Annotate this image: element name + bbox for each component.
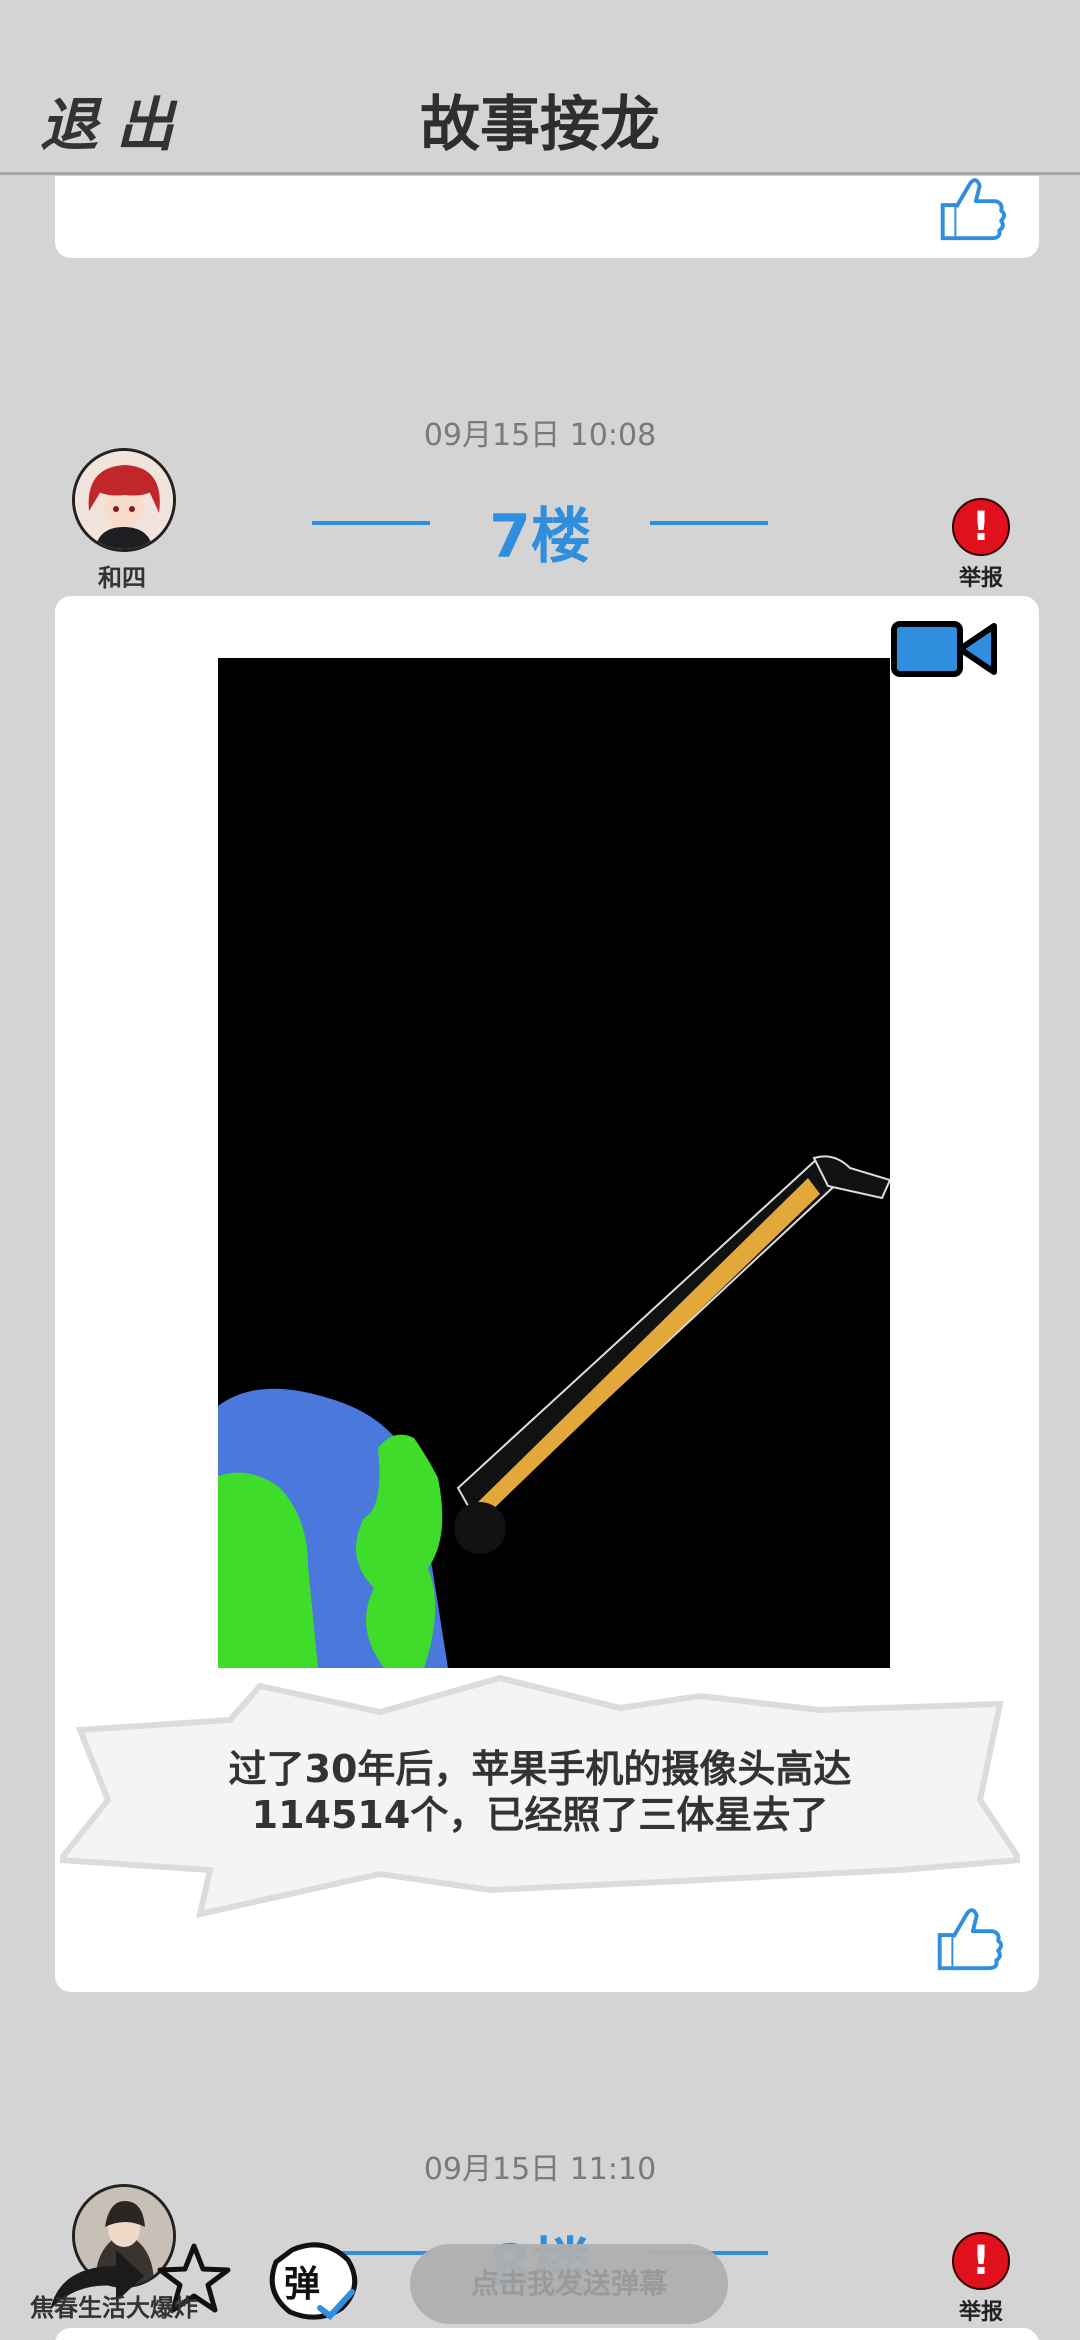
previous-post-card	[55, 176, 1039, 258]
bottom-toolbar: 弹 焦春生活大爆炸 点击我发送弹幕	[0, 2234, 1080, 2340]
floor-header: 7楼	[0, 488, 1080, 572]
thumbs-up-icon[interactable]	[928, 1898, 1006, 1976]
post-timestamp: 09月15日 10:08	[423, 418, 657, 453]
post-timestamp: 09月15日 11:10	[423, 2152, 657, 2187]
report-label: 举报	[958, 566, 1003, 591]
caption-bubble: 过了30年后，苹果手机的摄像头高达114514个，已经照了三体星去了	[60, 1670, 1020, 1930]
story-relay-page: 退出 故事接龙 09月15日 10:08 和四 7楼 ! 举报 过了30年后，苹…	[0, 0, 1080, 2340]
video-camera-icon[interactable]	[890, 618, 1000, 680]
thumbs-up-icon[interactable]	[931, 168, 1009, 246]
report-button[interactable]: ! 举报	[946, 498, 1016, 592]
page-title: 故事接龙	[420, 90, 660, 160]
floor-divider-right	[650, 521, 768, 525]
post-drawing-image[interactable]	[218, 658, 890, 1668]
svg-text:弹: 弹	[284, 2264, 320, 2305]
user-name: 焦春生活大爆炸	[30, 2294, 198, 2322]
floor-number: 7楼	[489, 502, 591, 572]
danmaku-input[interactable]: 点击我发送弹幕	[410, 2244, 728, 2324]
top-bar: 退出 故事接龙	[0, 0, 1080, 175]
alert-icon: !	[952, 498, 1010, 556]
danmaku-toggle-icon[interactable]: 弹	[262, 2238, 362, 2322]
caption-text: 过了30年后，苹果手机的摄像头高达114514个，已经照了三体星去了	[228, 1747, 852, 1837]
